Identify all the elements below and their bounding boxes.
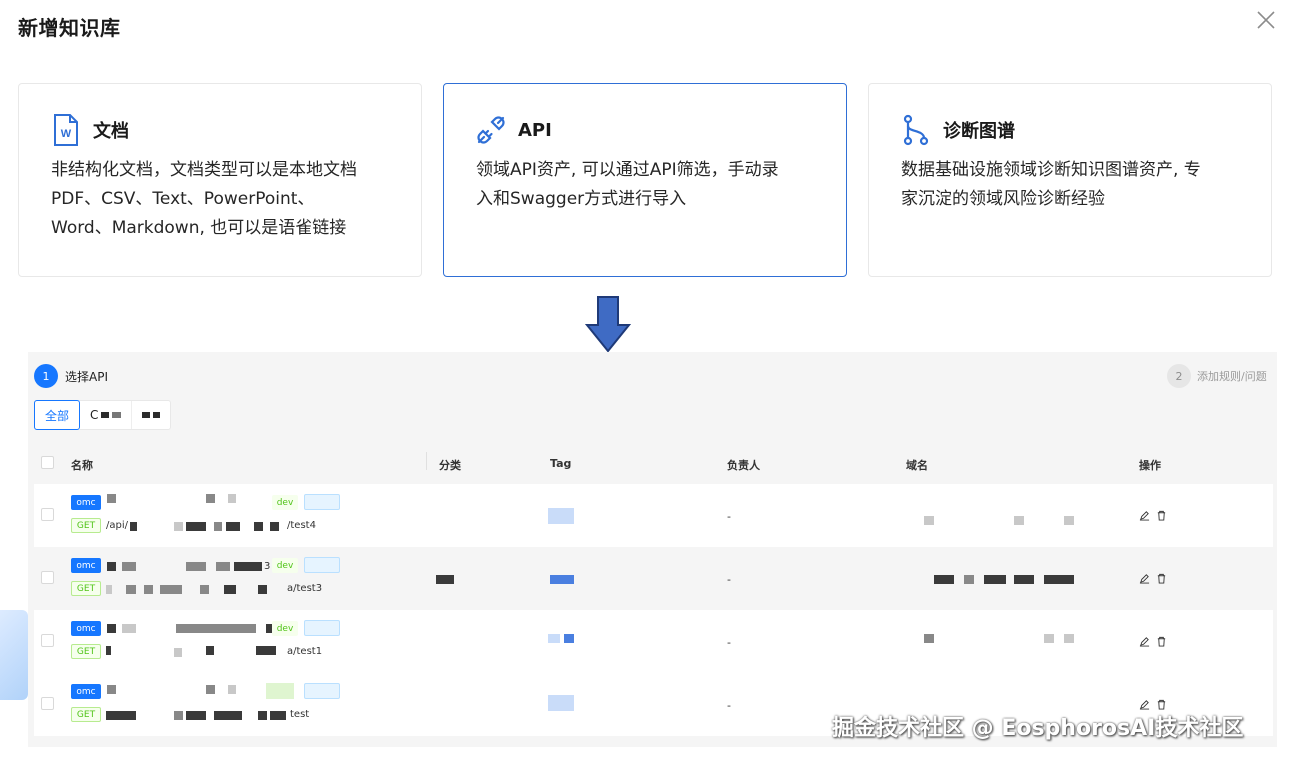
steps-bar: 1 选择API 2 添加规则/问题 <box>28 352 1277 398</box>
step-1-label: 选择API <box>65 370 108 384</box>
card-document[interactable]: W 文档 非结构化文档，文档类型可以是本地文档 PDF、CSV、Text、Pow… <box>18 83 422 277</box>
dev-tag: dev <box>272 495 298 510</box>
omc-tag: omc <box>71 684 101 699</box>
http-method-tag: GET <box>71 707 101 722</box>
table-row[interactable]: omc dev GET /api/ /test4 - <box>34 484 1273 547</box>
card-description: 领域API资产, 可以通过API筛选，手动录 入和Swagger方式进行导入 <box>476 160 779 209</box>
http-method-tag: GET <box>71 644 101 659</box>
word-document-icon: W <box>51 114 81 146</box>
row-checkbox[interactable] <box>41 634 54 647</box>
table-row[interactable]: omc 3 dev GET a/test3 - <box>34 547 1273 610</box>
header-owner: 负责人 <box>727 459 760 472</box>
api-path-suffix: a/test3 <box>287 583 323 594</box>
dev-tag: dev <box>272 558 298 573</box>
card-description: 数据基础设施领域诊断知识图谱资产, 专 家沉淀的领域风险诊断经验 <box>901 160 1201 209</box>
owner-value: - <box>727 636 731 649</box>
step-1-number: 1 <box>34 364 58 388</box>
decorative-shape <box>0 610 28 700</box>
omc-tag: omc <box>71 558 101 573</box>
segment-3[interactable] <box>132 401 170 429</box>
api-selection-panel: 1 选择API 2 添加规则/问题 全部 C 名称 分类 Tag 负责人 域名 … <box>28 352 1277 747</box>
header-category: 分类 <box>439 459 461 472</box>
row-checkbox[interactable] <box>41 697 54 710</box>
owner-value: - <box>727 510 731 523</box>
card-diagnosis-graph[interactable]: 诊断图谱 数据基础设施领域诊断知识图谱资产, 专 家沉淀的领域风险诊断经验 <box>868 83 1272 277</box>
step-2-label: 添加规则/问题 <box>1197 370 1267 383</box>
delete-icon[interactable] <box>1156 636 1167 647</box>
delete-icon[interactable] <box>1156 699 1167 710</box>
delete-icon[interactable] <box>1156 510 1167 521</box>
segment-2[interactable]: C <box>80 401 133 429</box>
svg-text:W: W <box>61 128 72 140</box>
card-api[interactable]: API 领域API资产, 可以通过API筛选，手动录 入和Swagger方式进行… <box>443 83 847 277</box>
select-all-checkbox[interactable] <box>41 456 54 469</box>
modal-title: 新增知识库 <box>18 16 121 40</box>
edit-icon[interactable] <box>1139 510 1150 521</box>
card-description: 非结构化文档，文档类型可以是本地文档 PDF、CSV、Text、PowerPoi… <box>51 160 357 238</box>
row-checkbox[interactable] <box>41 571 54 584</box>
card-title: 诊断图谱 <box>943 121 1015 142</box>
row-checkbox[interactable] <box>41 508 54 521</box>
owner-value: - <box>727 573 731 586</box>
delete-icon[interactable] <box>1156 573 1167 584</box>
omc-tag: omc <box>71 495 101 510</box>
api-plug-icon <box>476 114 506 146</box>
edit-icon[interactable] <box>1139 573 1150 584</box>
header-actions: 操作 <box>1139 459 1161 472</box>
api-path-suffix: /test4 <box>287 520 316 531</box>
edit-icon[interactable] <box>1139 636 1150 647</box>
table-row[interactable]: omc dev GET a/test1 - <box>34 610 1273 673</box>
branch-graph-icon <box>901 114 931 146</box>
close-icon[interactable] <box>1255 9 1277 31</box>
down-arrow-icon <box>584 295 632 353</box>
filter-segmented-control[interactable]: 全部 C <box>34 400 172 430</box>
edit-icon[interactable] <box>1139 699 1150 710</box>
http-method-tag: GET <box>71 581 101 596</box>
step-2-number: 2 <box>1167 364 1191 388</box>
card-title: API <box>518 119 552 141</box>
mid-char: 3 <box>264 561 271 572</box>
header-name: 名称 <box>71 459 93 472</box>
watermark-text: 掘金技术社区 @ EosphorosAI技术社区 <box>832 716 1244 741</box>
http-method-tag: GET <box>71 518 101 533</box>
api-path-suffix: a/test1 <box>287 646 323 657</box>
omc-tag: omc <box>71 621 101 636</box>
table-header: 名称 分类 Tag 负责人 域名 操作 <box>34 444 1273 480</box>
segment-all[interactable]: 全部 <box>34 400 81 430</box>
header-tag: Tag <box>550 457 572 470</box>
header-domain: 域名 <box>906 459 928 472</box>
owner-value: - <box>727 699 731 712</box>
api-path-prefix: /api/ <box>106 520 128 531</box>
api-path-suffix: test <box>290 709 310 720</box>
card-title: 文档 <box>93 121 129 142</box>
dev-tag: dev <box>272 621 298 636</box>
